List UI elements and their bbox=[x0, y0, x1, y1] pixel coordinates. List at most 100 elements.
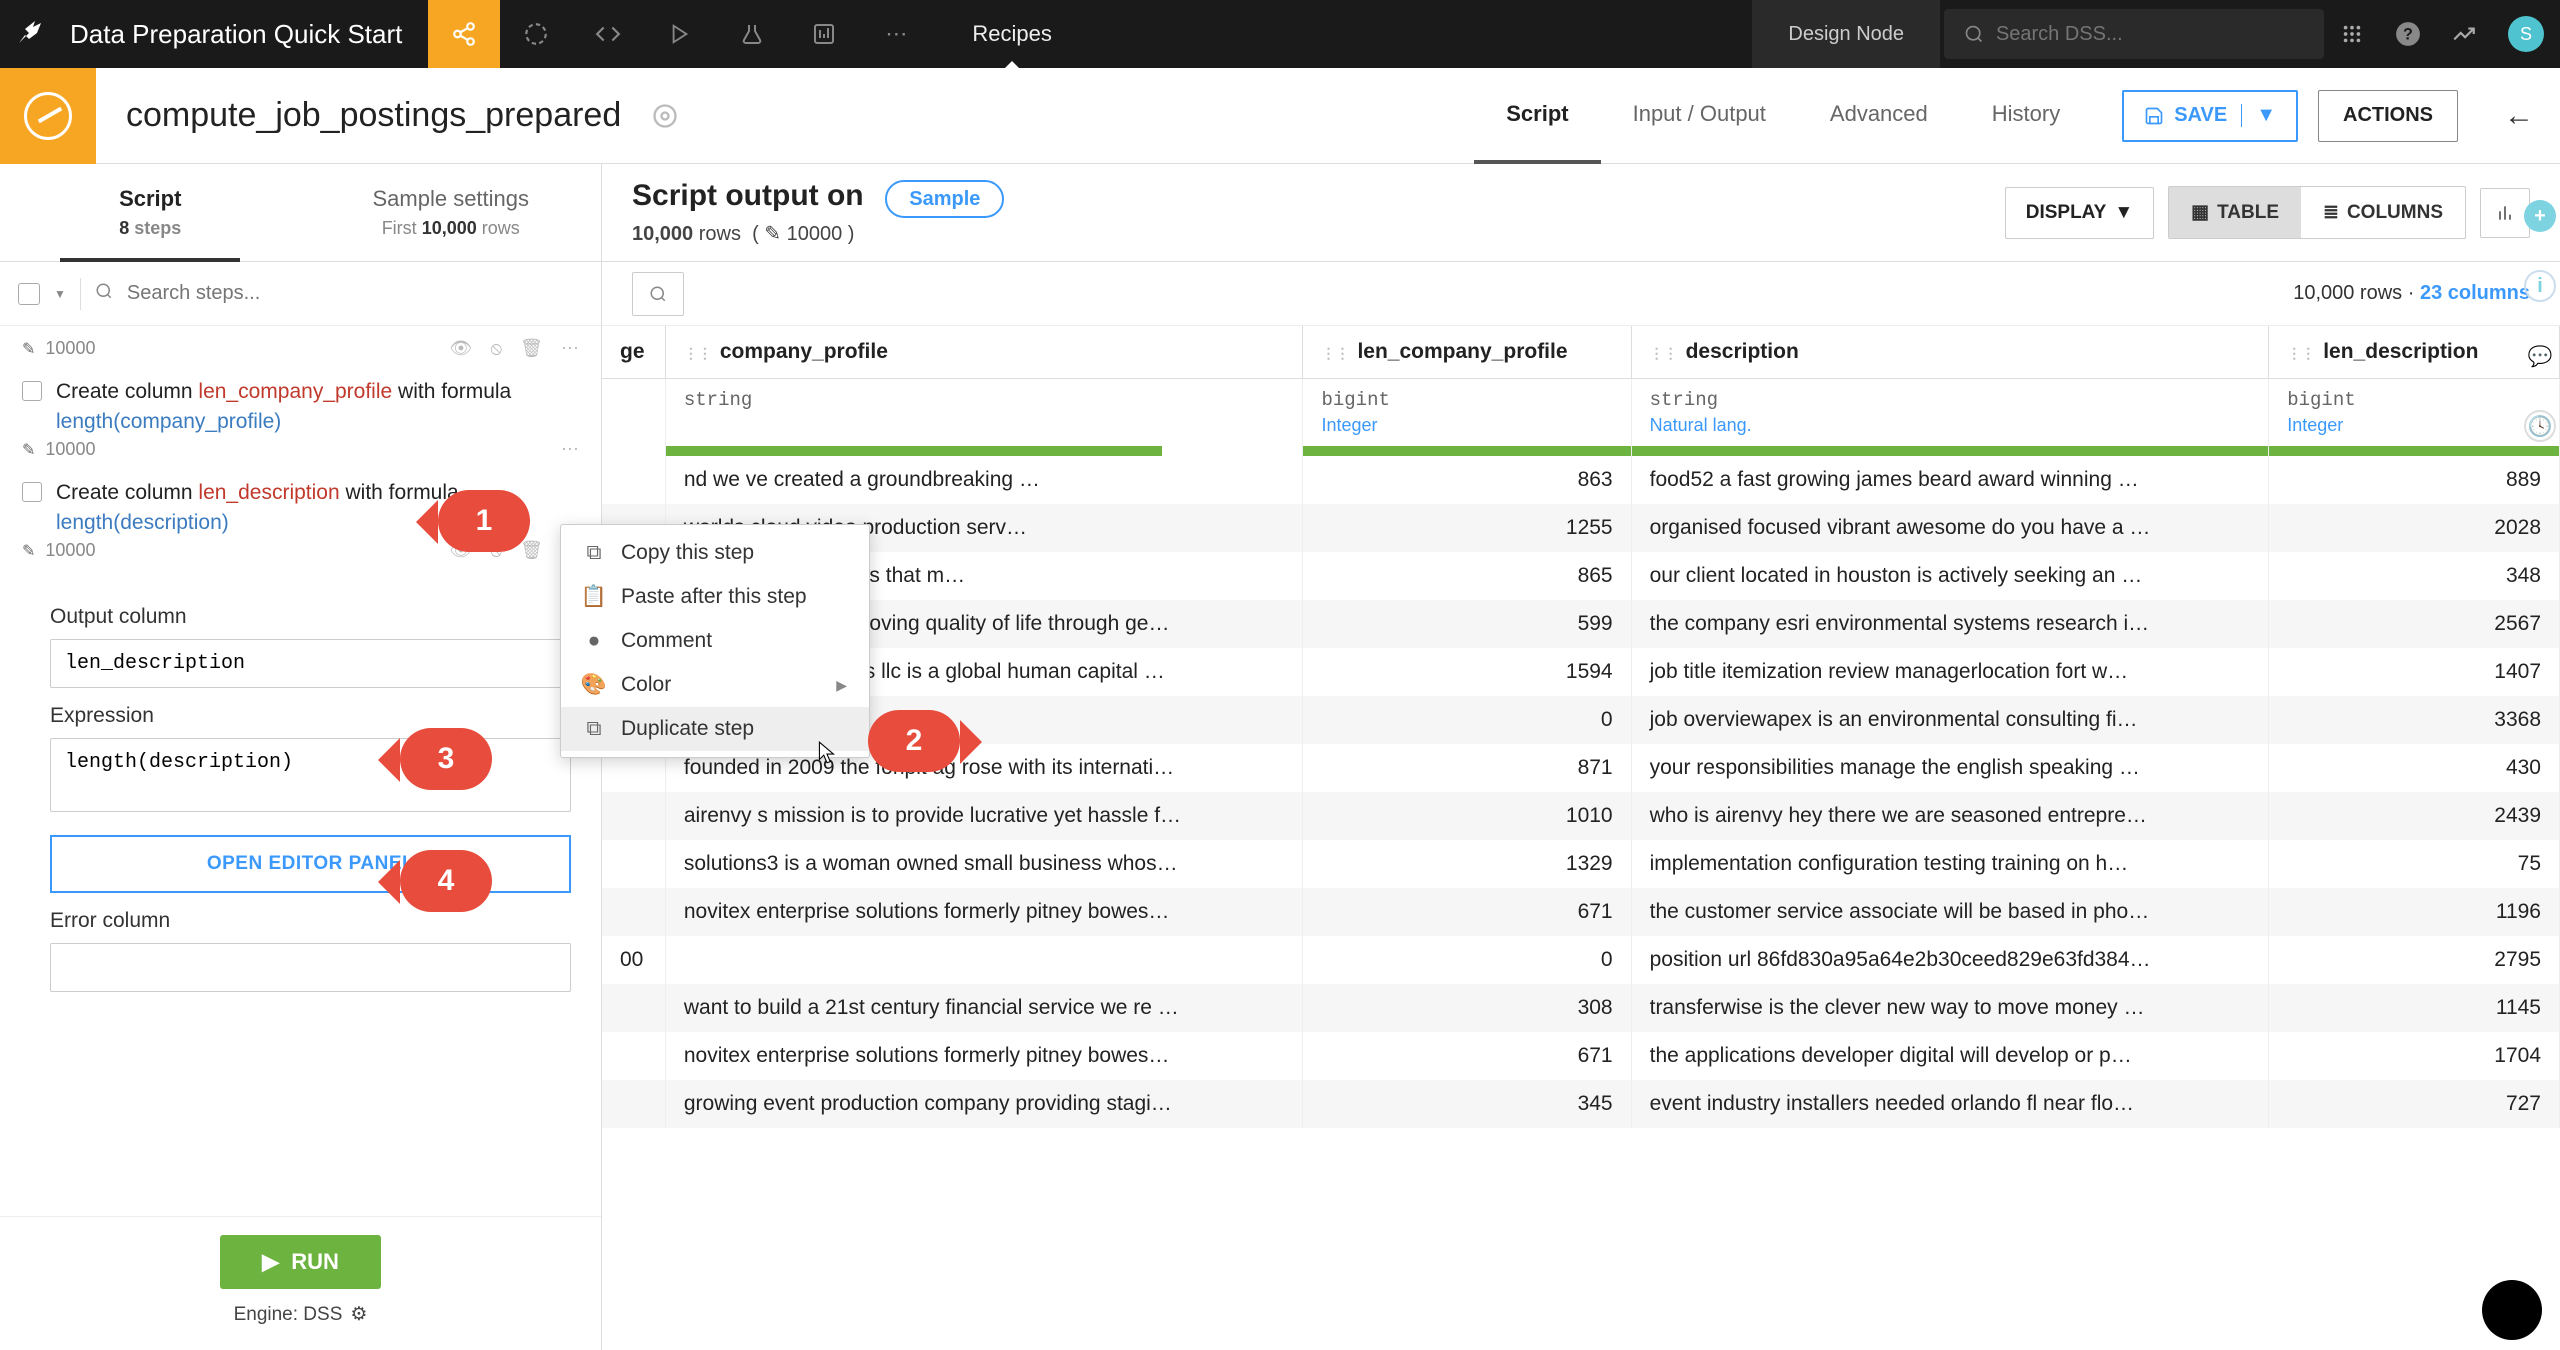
type-cell[interactable]: bigintInteger bbox=[2269, 379, 2560, 447]
cell[interactable]: event industry installers needed orlando… bbox=[1631, 1080, 2269, 1128]
view-columns-button[interactable]: ≣COLUMNS bbox=[2301, 187, 2465, 238]
table-row[interactable]: growing event production company providi… bbox=[602, 1080, 2560, 1128]
project-title[interactable]: Data Preparation Quick Start bbox=[60, 19, 428, 50]
grip-icon[interactable]: ⋮⋮ bbox=[1321, 345, 1349, 361]
cell[interactable]: 348 bbox=[2269, 552, 2560, 600]
cell[interactable]: implementation configuration testing tra… bbox=[1631, 840, 2269, 888]
eye-icon[interactable]: 👁 bbox=[450, 338, 473, 359]
cell[interactable] bbox=[602, 840, 665, 888]
lab-icon[interactable] bbox=[716, 0, 788, 68]
display-button[interactable]: DISPLAY ▼ bbox=[2005, 187, 2154, 239]
cell[interactable]: growing event production company providi… bbox=[665, 1080, 1303, 1128]
cell[interactable]: 75 bbox=[2269, 840, 2560, 888]
grip-icon[interactable]: ⋮⋮ bbox=[2287, 345, 2315, 361]
grip-icon[interactable]: ⋮⋮ bbox=[1650, 345, 1678, 361]
cell[interactable]: 0 bbox=[1303, 696, 1631, 744]
type-cell[interactable] bbox=[602, 379, 665, 447]
cell[interactable]: the applications developer digital will … bbox=[1631, 1032, 2269, 1080]
table-row[interactable]: solutions3 is a woman owned small busine… bbox=[602, 840, 2560, 888]
cell[interactable]: novitex enterprise solutions formerly pi… bbox=[665, 1032, 1303, 1080]
error-column-input[interactable] bbox=[50, 943, 571, 992]
grip-icon[interactable]: ⋮⋮ bbox=[684, 345, 712, 361]
cell[interactable]: 863 bbox=[1303, 456, 1631, 504]
cell[interactable] bbox=[602, 792, 665, 840]
search-steps-input[interactable] bbox=[127, 282, 583, 305]
type-cell[interactable]: stringNatural lang. bbox=[1631, 379, 2269, 447]
cell[interactable]: the customer service associate will be b… bbox=[1631, 888, 2269, 936]
cell[interactable]: job title itemization review managerloca… bbox=[1631, 648, 2269, 696]
cell[interactable]: 2567 bbox=[2269, 600, 2560, 648]
menu-comment[interactable]: ●Comment bbox=[561, 619, 869, 663]
cell[interactable]: 1255 bbox=[1303, 504, 1631, 552]
engine-label[interactable]: Engine: DSS ⚙ bbox=[0, 1303, 601, 1326]
recipes-tab[interactable]: Recipes bbox=[932, 0, 1091, 68]
actions-button[interactable]: ACTIONS bbox=[2318, 90, 2458, 142]
trash-icon[interactable]: 🗑 bbox=[520, 540, 543, 561]
cell[interactable]: who is airenvy hey there we are seasoned… bbox=[1631, 792, 2269, 840]
discuss-icon[interactable]: 💬 bbox=[2524, 340, 2556, 372]
step-more-icon[interactable]: ⋯ bbox=[561, 439, 579, 460]
table-row[interactable]: want to build a 21st century financial s… bbox=[602, 984, 2560, 1032]
column-header[interactable]: ⋮⋮company_profile bbox=[665, 326, 1303, 379]
cell[interactable] bbox=[602, 456, 665, 504]
more-icon[interactable]: ⋯ bbox=[860, 0, 932, 68]
dss-logo[interactable] bbox=[0, 0, 60, 68]
tab-input-output[interactable]: Input / Output bbox=[1601, 68, 1798, 164]
cell[interactable]: 1329 bbox=[1303, 840, 1631, 888]
cell[interactable]: airenvy s mission is to provide lucrativ… bbox=[665, 792, 1303, 840]
type-cell[interactable]: bigintInteger bbox=[1303, 379, 1631, 447]
cell[interactable]: 0 bbox=[1303, 936, 1631, 984]
table-row[interactable]: s workforce solutions that m…865our clie… bbox=[602, 552, 2560, 600]
table-row[interactable]: worlds cloud video production serv…1255o… bbox=[602, 504, 2560, 552]
table-row[interactable]: our passion for improving quality of lif… bbox=[602, 600, 2560, 648]
cell[interactable]: 889 bbox=[2269, 456, 2560, 504]
activity-icon[interactable] bbox=[2436, 0, 2492, 68]
table-search-button[interactable] bbox=[632, 272, 684, 316]
step-item[interactable]: ✎10000 👁⦸🗑⋯ bbox=[0, 332, 601, 373]
dashboard-icon[interactable] bbox=[788, 0, 860, 68]
cell[interactable]: 599 bbox=[1303, 600, 1631, 648]
disable-icon[interactable]: ⦸ bbox=[490, 338, 502, 359]
global-search-input[interactable] bbox=[1996, 23, 2304, 46]
cell[interactable]: 727 bbox=[2269, 1080, 2560, 1128]
cell[interactable]: 671 bbox=[1303, 888, 1631, 936]
target-icon[interactable] bbox=[651, 102, 679, 130]
cell[interactable]: nd we ve created a groundbreaking … bbox=[665, 456, 1303, 504]
tab-script-steps[interactable]: Script 8 steps bbox=[0, 164, 301, 261]
recipe-name[interactable]: compute_job_postings_prepared bbox=[96, 96, 651, 135]
share-button[interactable] bbox=[428, 0, 500, 68]
gear-icon[interactable]: ⚙ bbox=[350, 1303, 367, 1326]
column-header-stub[interactable]: ge bbox=[602, 326, 665, 379]
cell[interactable]: 1145 bbox=[2269, 984, 2560, 1032]
table-row[interactable]: nd we ve created a groundbreaking …863fo… bbox=[602, 456, 2560, 504]
trash-icon[interactable]: 🗑 bbox=[520, 338, 543, 359]
column-header[interactable]: ⋮⋮len_company_profile bbox=[1303, 326, 1631, 379]
cell[interactable]: 1704 bbox=[2269, 1032, 2560, 1080]
cell[interactable]: 2439 bbox=[2269, 792, 2560, 840]
global-search[interactable] bbox=[1944, 9, 2324, 59]
data-table[interactable]: ge ⋮⋮company_profile ⋮⋮len_company_profi… bbox=[602, 326, 2560, 1350]
menu-color[interactable]: 🎨Color▶ bbox=[561, 663, 869, 707]
add-icon[interactable]: + bbox=[2524, 200, 2556, 232]
cell[interactable]: 3368 bbox=[2269, 696, 2560, 744]
type-cell[interactable]: string bbox=[665, 379, 1303, 447]
table-row[interactable]: 000position url 86fd830a95a64e2b30ceed82… bbox=[602, 936, 2560, 984]
cell[interactable]: 345 bbox=[1303, 1080, 1631, 1128]
table-row[interactable]: spotsource solutions llc is a global hum… bbox=[602, 648, 2560, 696]
table-row[interactable]: novitex enterprise solutions formerly pi… bbox=[602, 1032, 2560, 1080]
column-header[interactable]: ⋮⋮len_description bbox=[2269, 326, 2560, 379]
select-caret[interactable]: ▼ bbox=[54, 287, 66, 301]
cell[interactable]: job overviewapex is an environmental con… bbox=[1631, 696, 2269, 744]
cell[interactable] bbox=[602, 888, 665, 936]
step-item[interactable]: Create column len_company_profile with f… bbox=[0, 373, 601, 474]
cell[interactable]: 00 bbox=[602, 936, 665, 984]
cell[interactable]: position url 86fd830a95a64e2b30ceed829e6… bbox=[1631, 936, 2269, 984]
cell[interactable]: food52 a fast growing james beard award … bbox=[1631, 456, 2269, 504]
cell[interactable]: 1196 bbox=[2269, 888, 2560, 936]
tab-sample-settings[interactable]: Sample settings First 10,000 rows bbox=[301, 164, 602, 261]
cell[interactable]: 308 bbox=[1303, 984, 1631, 1032]
cell[interactable]: 865 bbox=[1303, 552, 1631, 600]
column-header[interactable]: ⋮⋮description bbox=[1631, 326, 2269, 379]
expression-input[interactable] bbox=[50, 738, 571, 812]
step-more-icon[interactable]: ⋯ bbox=[561, 338, 579, 359]
